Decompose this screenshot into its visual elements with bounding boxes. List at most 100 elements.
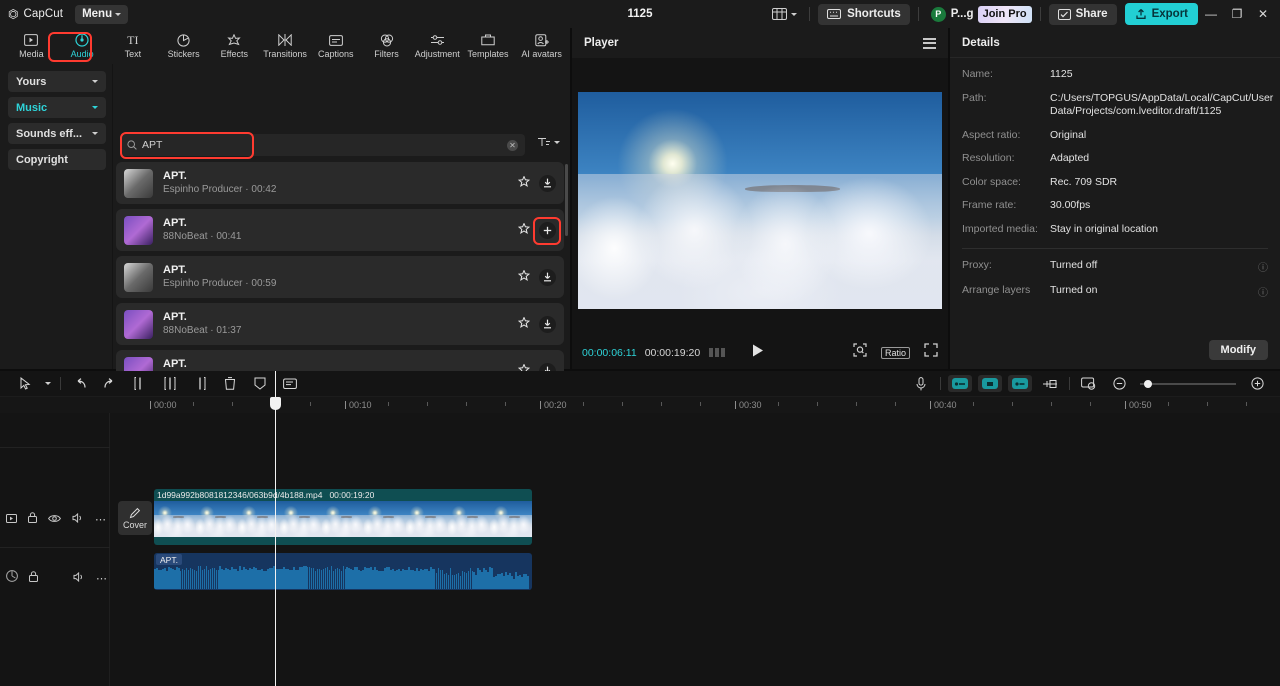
timeline-ruler[interactable]: 00:0000:1000:2000:3000:4000:50 [0, 397, 1280, 413]
cover-button[interactable]: Cover [118, 501, 152, 535]
timeline-tracks[interactable]: Cover 1d99a992b8081812346/063b9d/4b188.m… [110, 413, 1280, 686]
delete-button[interactable] [215, 371, 245, 397]
close-button[interactable]: ✕ [1250, 0, 1276, 28]
playhead[interactable] [275, 371, 276, 686]
title-bar: ⏣ CapCut Menu 1125 Shortcuts [0, 0, 1280, 28]
layout-switch-button[interactable] [768, 8, 801, 20]
tab-filters[interactable]: Filters [361, 28, 412, 64]
zoom-slider[interactable] [1140, 383, 1236, 385]
track-list-item[interactable]: APT.Espinho Producer · 00:42 [116, 162, 564, 204]
fullscreen-icon[interactable] [924, 343, 938, 362]
maximize-button[interactable]: ❐ [1224, 0, 1250, 28]
filters-icon [380, 33, 394, 47]
speaker-icon[interactable] [72, 510, 84, 528]
ratio-button[interactable]: Ratio [881, 347, 910, 359]
favorite-icon[interactable] [518, 174, 530, 192]
category-yours[interactable]: Yours [8, 71, 106, 92]
download-icon[interactable] [539, 175, 556, 192]
shortcuts-button[interactable]: Shortcuts [818, 4, 910, 25]
favorite-icon[interactable] [518, 221, 530, 239]
adjust-clip-button[interactable] [1035, 371, 1065, 397]
ruler-label: 00:30 [739, 400, 762, 410]
thumbnail-view-button[interactable] [1074, 371, 1104, 397]
list-scrollbar[interactable] [565, 164, 568, 236]
audio-clip[interactable]: APT. [154, 553, 532, 590]
help-icon[interactable]: ⓘ [1258, 284, 1268, 299]
share-button[interactable]: Share [1049, 4, 1117, 25]
zoom-slider-knob[interactable] [1144, 380, 1152, 388]
tab-adjustment[interactable]: Adjustment [412, 28, 463, 64]
tab-effects[interactable]: Effects [209, 28, 260, 64]
video-track-icon[interactable] [6, 510, 17, 528]
trim-left-button[interactable] [155, 371, 185, 397]
track-list-item[interactable]: APT.88NoBeat · 01:37 [116, 303, 564, 345]
download-icon[interactable] [539, 269, 556, 286]
smart-trim-button[interactable] [978, 375, 1002, 392]
category-copyright[interactable]: Copyright [8, 149, 106, 170]
video-clip[interactable]: 1d99a992b8081812346/063b9d/4b188.mp4 00:… [154, 489, 532, 545]
tab-transitions[interactable]: Transitions [260, 28, 311, 64]
track-list-item[interactable]: APT.88NoBeat · 00:41 [116, 209, 564, 251]
divider [0, 547, 110, 548]
video-preview[interactable] [578, 92, 942, 309]
minimize-button[interactable]: — [1198, 0, 1224, 28]
tab-captions[interactable]: Captions [310, 28, 361, 64]
total-time: 00:00:19:20 [645, 347, 700, 359]
favorite-icon[interactable] [518, 315, 530, 333]
split-button[interactable] [125, 371, 155, 397]
download-icon[interactable] [539, 316, 556, 333]
player-menu-icon[interactable] [923, 38, 936, 49]
ripple-delete-button[interactable] [1008, 375, 1032, 392]
mirror-button[interactable] [275, 371, 305, 397]
profile-chip[interactable]: P P...g [927, 7, 978, 22]
chevron-down-icon [92, 80, 98, 83]
tab-ai-avatars[interactable]: AI avatars [513, 28, 570, 64]
track-list-item[interactable]: APT.Espinho Producer · 00:59 [116, 256, 564, 298]
select-tool-dropdown[interactable] [40, 371, 56, 397]
zoom-in-button[interactable] [1242, 371, 1272, 397]
tab-stickers[interactable]: Stickers [158, 28, 209, 64]
record-voiceover-button[interactable] [906, 371, 936, 397]
detail-value: Original [1050, 129, 1268, 143]
search-input[interactable]: APT ✕ [120, 134, 525, 156]
tab-text[interactable]: TI Text [107, 28, 158, 64]
undo-button[interactable] [65, 371, 95, 397]
sort-filter-button[interactable] [537, 136, 560, 148]
trim-right-button[interactable] [185, 371, 215, 397]
capcut-logo-icon: ⏣ [8, 8, 18, 20]
close-icon[interactable]: ✕ [507, 140, 518, 151]
audio-track-icon[interactable] [6, 569, 18, 587]
tab-audio[interactable]: Audio [57, 28, 108, 64]
audio-track-more-icon[interactable]: ⋯ [96, 572, 108, 585]
freeze-button[interactable] [245, 371, 275, 397]
select-tool-button[interactable] [10, 371, 40, 397]
frames-icon[interactable] [709, 344, 726, 362]
speaker-icon[interactable] [73, 569, 85, 587]
ruler-tick [583, 402, 584, 406]
video-track-more-icon[interactable]: ⋯ [95, 513, 107, 526]
video-clip-duration: 00:00:19:20 [329, 490, 374, 500]
zoom-to-fit-icon[interactable] [853, 343, 867, 362]
playhead-handle[interactable] [270, 397, 281, 410]
join-pro-button[interactable]: Join Pro [978, 6, 1032, 23]
tab-templates[interactable]: Templates [463, 28, 514, 64]
lock-icon[interactable] [28, 510, 37, 528]
details-rows: Name:1125Path:C:/Users/TOPGUS/AppData/Lo… [950, 68, 1280, 236]
menu-button[interactable]: Menu [75, 5, 128, 24]
play-button[interactable] [752, 344, 764, 362]
redo-button[interactable] [95, 371, 125, 397]
category-music[interactable]: Music [8, 97, 106, 118]
lock-icon[interactable] [29, 569, 38, 587]
modify-button[interactable]: Modify [1209, 340, 1268, 360]
category-sound-effects[interactable]: Sounds eff... [8, 123, 106, 144]
tab-media[interactable]: Media [6, 28, 57, 64]
add-to-timeline-icon[interactable] [539, 222, 556, 239]
ruler-tick [466, 402, 467, 406]
help-icon[interactable]: ⓘ [1258, 259, 1268, 274]
favorite-icon[interactable] [518, 268, 530, 286]
zoom-out-button[interactable] [1104, 371, 1134, 397]
export-button[interactable]: Export [1125, 3, 1198, 25]
eye-icon[interactable] [48, 510, 61, 528]
auto-cut-button[interactable] [948, 375, 972, 392]
ruler-label: 00:40 [934, 400, 957, 410]
